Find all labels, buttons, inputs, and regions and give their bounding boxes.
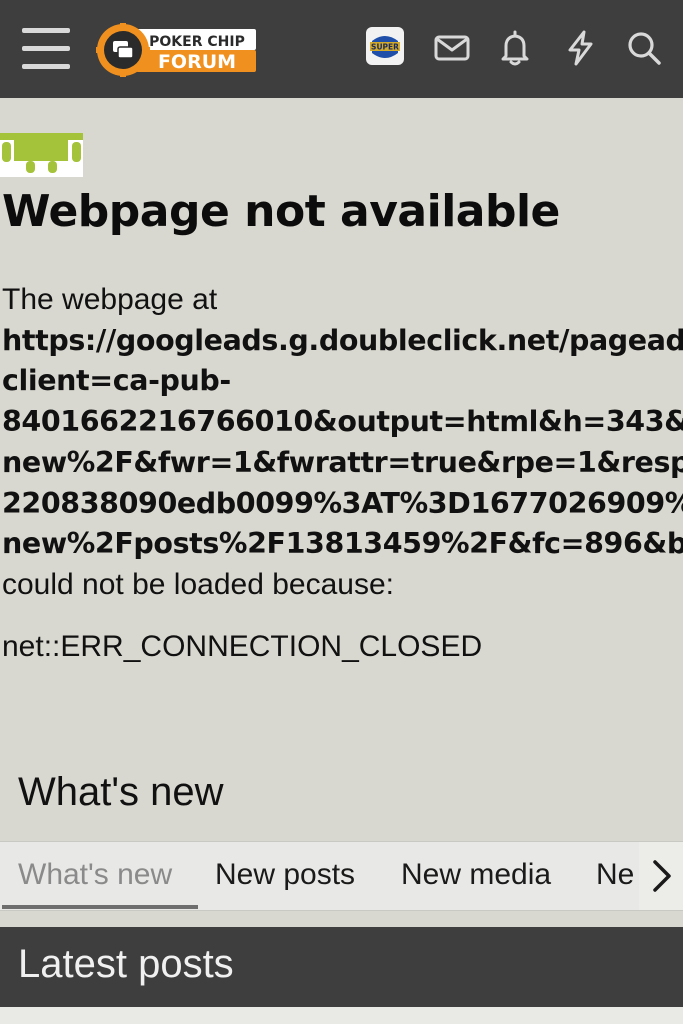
error-url-line: 220838090edb0099%3AT%3D1677026909% [2,486,683,520]
lightning-icon[interactable] [561,28,601,68]
tab-new-media[interactable]: New media [401,842,551,910]
whats-new-tabs: What's new New posts New media Ne [0,841,683,911]
android-error-image [0,133,83,177]
forum-logo[interactable]: POKER CHIP FORUM [96,22,258,78]
search-icon[interactable] [625,28,665,68]
active-tab-indicator [2,905,198,909]
error-url-line: 8401662216766010&output=html&h=343&s [2,405,683,439]
super-badge-icon[interactable]: SUPER [366,27,404,65]
tab-new-truncated[interactable]: Ne [596,842,634,910]
top-app-bar: POKER CHIP FORUM SUPER [0,0,683,98]
error-message: The webpage at https://googleads.g.doubl… [2,280,683,606]
latest-posts-title: Latest posts [18,942,234,986]
bell-icon[interactable] [496,28,536,68]
error-url-line: new%2Fposts%2F13813459%2F&fc=896&br [2,527,683,561]
error-url-line: https://googleads.g.doubleclick.net/page… [2,323,683,357]
tab-whats-new[interactable]: What's new [18,842,172,910]
error-title: Webpage not available [2,186,560,237]
logo-line2: FORUM [158,51,236,73]
content-strip [0,1007,683,1024]
error-reason: could not be loaded because: [2,567,394,601]
mail-icon[interactable] [433,28,473,68]
chevron-right-icon[interactable] [639,842,683,910]
badge-text: SUPER [371,43,399,52]
error-code: net::ERR_CONNECTION_CLOSED [2,630,483,663]
logo-line1: POKER CHIP [149,34,245,50]
menu-icon[interactable] [22,28,70,70]
error-url-line: new%2F&fwr=1&fwrattr=true&rpe=1&resp_f [2,445,683,479]
error-intro: The webpage at [2,283,218,316]
error-url-line: client=ca-pub- [2,364,231,398]
whats-new-title: What's new [18,770,224,814]
tab-new-posts[interactable]: New posts [215,842,355,910]
